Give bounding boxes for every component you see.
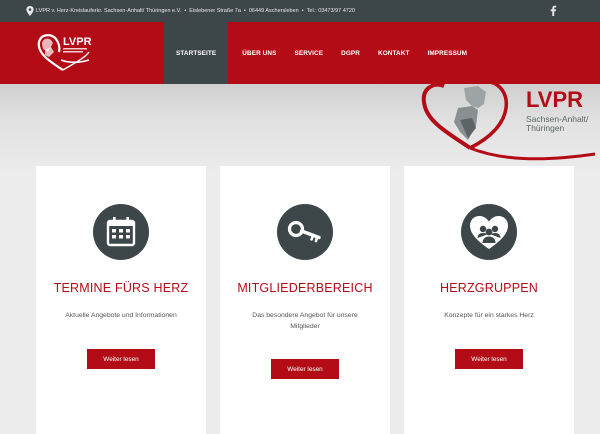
top-contact-bar: LVPR v. Herz-Kreislauferkr. Sachsen-Anha… (0, 0, 600, 22)
hero-logo-region-line2: Thüringen (526, 123, 565, 133)
key-icon-circle (277, 204, 333, 260)
street-address: Eislebener Straße 7a (189, 8, 241, 14)
card-mitgliederbereich: MITGLIEDERBEREICH Das besondere Angebot … (220, 166, 390, 434)
card-title: TERMINE FÜRS HERZ (53, 281, 189, 295)
card-title: MITGLIEDERBEREICH (237, 281, 373, 295)
separator: • (184, 8, 187, 14)
card-herzgruppen: HERZGRUPPEN Konzepte für ein starkes Her… (404, 166, 574, 434)
main-menu: STARTSEITE ÜBER UNS SERVICE DGPR KONTAKT… (164, 22, 467, 84)
nav-item-service[interactable]: SERVICE (294, 22, 323, 84)
card-description: Aktuelle Angebote und Informationen (65, 312, 177, 319)
contact-info: LVPR v. Herz-Kreislauferkr. Sachsen-Anha… (36, 0, 355, 22)
separator: • (243, 8, 246, 14)
heart-group-icon (470, 216, 508, 249)
map-pin-icon (26, 6, 34, 16)
key-icon (287, 220, 321, 243)
card-termine: TERMINE FÜRS HERZ Aktuelle Angebote und … (36, 166, 206, 434)
logo-text: LVPR (63, 36, 92, 48)
heart-group-icon-circle (461, 204, 517, 260)
weiter-lesen-button[interactable]: Weiter lesen (455, 349, 523, 369)
nav-item-dgpr[interactable]: DGPR (341, 22, 360, 84)
nav-item-kontakt[interactable]: KONTAKT (378, 22, 409, 84)
city-address: 06449 Aschersleben (248, 8, 299, 14)
card-description: Das besondere Angebot für unsere Mitglie… (252, 312, 358, 330)
lvpr-logo[interactable]: LVPR (33, 30, 93, 76)
nav-item-impressum[interactable]: IMPRESSUM (427, 22, 467, 84)
card-description: Konzepte für ein starkes Herz (444, 312, 534, 319)
organization-name: LVPR v. Herz-Kreislauferkr. Sachsen-Anha… (36, 8, 182, 14)
phone-number[interactable]: Tel.: 03473/97 4720 (307, 8, 355, 14)
hero-logo-name: LVPR (526, 87, 583, 112)
nav-item-ueber-uns[interactable]: ÜBER UNS (242, 22, 276, 84)
hero-lvpr-logo: LVPR Sachsen-Anhalt/ Thüringen (421, 82, 596, 161)
card-title: HERZGRUPPEN (439, 281, 539, 295)
nav-item-startseite[interactable]: STARTSEITE (164, 22, 229, 84)
weiter-lesen-button[interactable]: Weiter lesen (87, 349, 155, 369)
weiter-lesen-button[interactable]: Weiter lesen (271, 359, 339, 379)
main-navigation-bar: LVPR STARTSEITE ÜBER UNS SERVICE DGPR KO… (0, 22, 600, 84)
calendar-icon-circle (93, 204, 149, 260)
calendar-icon (106, 217, 136, 247)
facebook-icon[interactable] (549, 5, 557, 16)
separator: • (301, 8, 304, 14)
